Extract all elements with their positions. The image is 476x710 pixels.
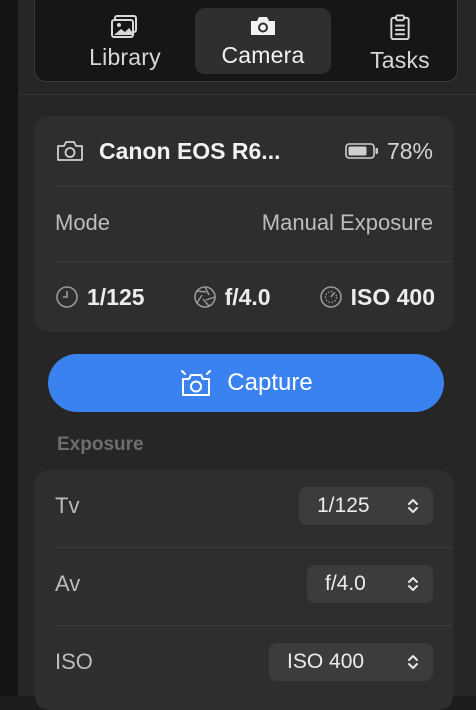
divider	[55, 186, 453, 187]
clipboard-icon	[390, 14, 410, 41]
capture-camera-icon	[181, 370, 212, 396]
tab-label: Library	[89, 44, 161, 70]
tv-picker[interactable]: 1/125	[299, 487, 433, 525]
divider	[55, 625, 453, 626]
battery-percentage: 78%	[386, 137, 433, 164]
shutter-speed-stat: 1/125	[55, 284, 145, 311]
picker-value: f/4.0	[325, 572, 366, 595]
camera-status-card: Canon EOS R6... 78% Mode Manual Exposure	[35, 116, 453, 332]
clock-icon	[56, 286, 78, 308]
setting-label: Tv	[55, 493, 80, 518]
shutter-speed-value: 1/125	[87, 283, 145, 310]
camera-outline-icon	[57, 141, 83, 161]
camera-icon	[251, 17, 275, 35]
setting-row-iso: ISO ISO 400	[55, 642, 433, 682]
setting-row-av: Av f/4.0	[55, 564, 433, 604]
photo-library-icon	[111, 15, 137, 38]
divider	[55, 547, 453, 548]
chevron-up-down-icon	[408, 577, 418, 591]
tab-label: Tasks	[370, 47, 430, 73]
tab-label: Camera	[221, 42, 305, 68]
aperture-icon	[193, 286, 216, 308]
divider	[18, 94, 476, 95]
chevron-up-down-icon	[408, 499, 418, 513]
iso-dial-icon	[319, 286, 342, 308]
aperture-stat: f/4.0	[193, 284, 271, 311]
exposure-settings-card: Tv 1/125 Av f/4.0 ISO ISO 400	[35, 470, 453, 710]
exposure-section-label: Exposure	[57, 434, 144, 455]
setting-row-tv: Tv 1/125	[55, 486, 433, 526]
setting-label: Av	[55, 571, 81, 596]
left-sidebar-edge	[0, 0, 19, 696]
iso-value: ISO 400	[350, 283, 435, 310]
aperture-value: f/4.0	[224, 283, 271, 310]
setting-label: ISO	[55, 649, 93, 674]
capture-button[interactable]: Capture	[48, 354, 444, 412]
camera-panel: Library Camera Tasks Canon EOS R6... 78%…	[18, 0, 476, 710]
mode-value: Manual Exposure	[261, 210, 433, 235]
capture-label: Capture	[227, 369, 313, 396]
chevron-up-down-icon	[408, 655, 418, 669]
tab-bar: Library Camera Tasks	[34, 0, 458, 82]
tab-camera[interactable]: Camera	[195, 8, 331, 74]
iso-picker[interactable]: ISO 400	[269, 643, 433, 681]
battery-icon	[345, 143, 378, 159]
mode-row: Mode Manual Exposure	[55, 208, 433, 238]
tab-library[interactable]: Library	[53, 8, 197, 74]
iso-stat: ISO 400	[319, 284, 435, 311]
av-picker[interactable]: f/4.0	[307, 565, 433, 603]
battery-status: 78%	[345, 138, 433, 165]
picker-value: 1/125	[317, 494, 370, 517]
tab-tasks[interactable]: Tasks	[345, 8, 455, 74]
camera-name: Canon EOS R6...	[99, 137, 281, 164]
mode-label: Mode	[55, 210, 111, 235]
divider	[55, 261, 453, 262]
picker-value: ISO 400	[287, 650, 365, 673]
camera-row: Canon EOS R6... 78%	[55, 136, 433, 166]
exposure-summary-row: 1/125 f/4.0 ISO 400	[55, 282, 435, 312]
